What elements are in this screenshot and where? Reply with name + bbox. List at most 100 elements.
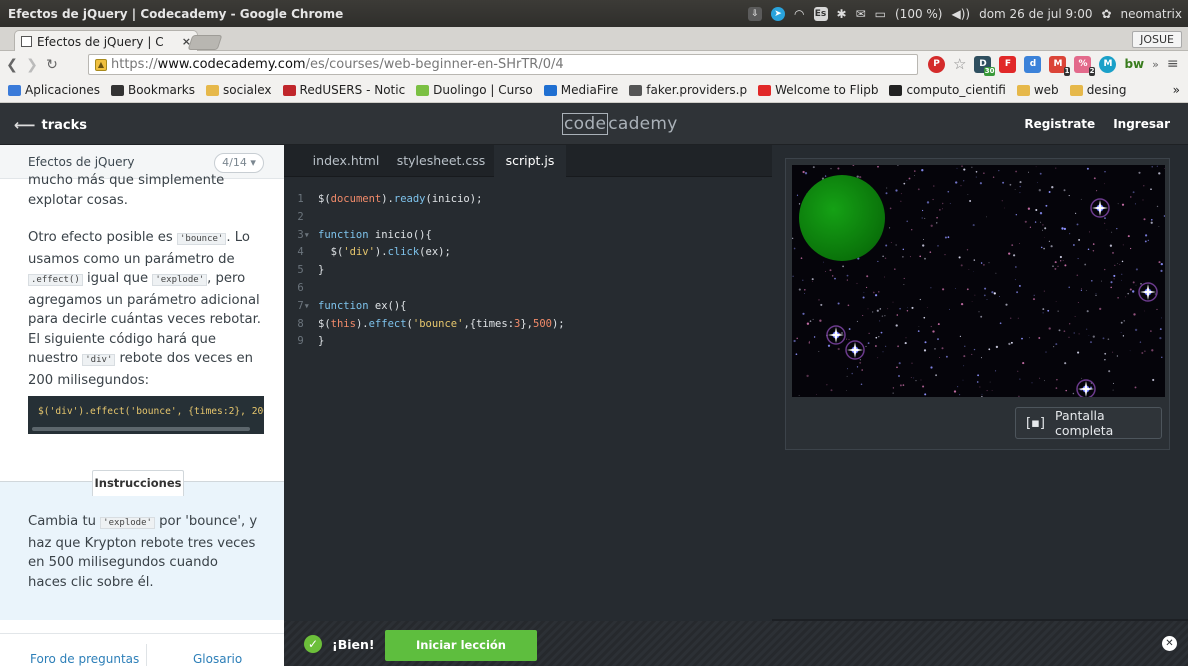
star	[960, 264, 963, 267]
star	[1160, 262, 1163, 266]
star	[1053, 346, 1055, 348]
bookmark-item[interactable]: socialex	[206, 83, 272, 97]
star	[899, 307, 901, 310]
tab-index-html[interactable]: index.html	[302, 145, 390, 177]
star	[907, 307, 908, 309]
github-icon	[889, 84, 903, 96]
star	[1024, 220, 1027, 223]
star	[1081, 288, 1082, 290]
code-area[interactable]: 1 $(document).ready(inicio); 2 3▾ function…	[284, 191, 564, 351]
star	[898, 362, 901, 365]
star	[939, 209, 941, 211]
datetime[interactable]: dom 26 de jul 9:00	[979, 7, 1092, 21]
battery-icon[interactable]: ▭	[875, 7, 886, 21]
star	[1104, 268, 1106, 271]
star	[930, 287, 932, 289]
username[interactable]: neomatrix	[1121, 7, 1182, 21]
reload-icon[interactable]: ↻	[42, 57, 62, 73]
new-tab-button[interactable]	[187, 35, 223, 50]
extensions-overflow-icon[interactable]: »	[1152, 58, 1159, 71]
tab-script-js[interactable]: script.js	[494, 145, 566, 177]
star	[963, 355, 966, 358]
mediafire-icon	[543, 84, 557, 96]
bookmark-item[interactable]: Aplicaciones	[8, 83, 100, 97]
code-example-scrollbar[interactable]	[32, 427, 250, 431]
volume-icon[interactable]: ◀))	[951, 7, 970, 21]
star	[926, 307, 928, 308]
star	[959, 394, 961, 396]
star	[964, 345, 966, 347]
lesson-paragraph-0: mucho más que simplemente explotar cosas…	[28, 173, 225, 208]
mail-icon[interactable]: ✉	[856, 7, 866, 21]
bookmarks-overflow-icon[interactable]: »	[1173, 83, 1188, 97]
back-arrow-icon[interactable]: ❮	[2, 57, 22, 73]
inline-code: 'explode'	[100, 517, 155, 529]
star	[1048, 327, 1051, 330]
language-indicator[interactable]: Es	[813, 6, 828, 21]
forward-arrow-icon[interactable]: ❯	[22, 57, 42, 73]
register-link[interactable]: Registrate	[1024, 117, 1095, 131]
keyboard-indicator-icon[interactable]: ⇩	[748, 6, 763, 21]
star	[1121, 273, 1123, 275]
star	[942, 208, 943, 210]
login-link[interactable]: Ingresar	[1113, 117, 1170, 131]
bookmark-item[interactable]: faker.providers.p	[629, 83, 747, 97]
star	[908, 177, 911, 180]
telegram-icon[interactable]: ➤	[771, 6, 786, 21]
bw-extension-icon[interactable]: bw	[1124, 57, 1144, 71]
bookmark-star-icon[interactable]: ☆	[953, 55, 966, 73]
gmail-extension-icon[interactable]: M1	[1049, 55, 1071, 76]
docs-extension-icon[interactable]: d	[1024, 55, 1042, 73]
next-lesson-button[interactable]: Iniciar lección siguiente	[385, 630, 537, 661]
tab-stylesheet-css[interactable]: stylesheet.css	[390, 145, 492, 177]
codecademy-logo[interactable]: code cademy	[562, 113, 678, 135]
star	[1160, 269, 1163, 272]
bookmark-item[interactable]: web	[1016, 83, 1059, 97]
star	[1122, 244, 1124, 246]
star	[961, 165, 963, 167]
menu-hamburger-icon[interactable]: ≡	[1167, 56, 1179, 72]
star	[981, 357, 982, 359]
bookmark-item[interactable]: MediaFire	[543, 83, 618, 97]
star	[932, 330, 935, 333]
settings-gear-icon[interactable]: ✿	[1101, 7, 1111, 21]
tracks-link[interactable]: ⟵ tracks	[14, 116, 87, 134]
pocket-extension-icon[interactable]: D 30	[974, 55, 996, 76]
glossary-link[interactable]: Glosario	[193, 652, 242, 666]
star	[1087, 248, 1090, 250]
krypton-planet[interactable]	[799, 175, 885, 261]
bookmark-item[interactable]: Bookmarks	[110, 83, 195, 97]
star	[989, 381, 991, 383]
bookmark-item[interactable]: Duolingo | Curso	[416, 83, 533, 97]
bookmark-item[interactable]: desing	[1069, 83, 1127, 97]
star	[856, 320, 858, 322]
lesson-progress-dropdown[interactable]: 4/14 ▾	[214, 153, 264, 173]
star	[906, 310, 909, 312]
bookmark-item[interactable]: computo_cientifi	[889, 83, 1006, 97]
browser-tab[interactable]: Efectos de jQuery | C ×	[14, 30, 198, 52]
star	[941, 347, 944, 350]
close-icon[interactable]: ✕	[1162, 636, 1177, 651]
star	[1138, 171, 1141, 174]
m-extension-icon[interactable]: M	[1099, 55, 1117, 73]
star	[826, 384, 828, 386]
star	[1084, 263, 1087, 266]
wifi-icon[interactable]: ◠	[794, 7, 804, 21]
forum-link[interactable]: Foro de preguntas	[30, 652, 139, 666]
star	[911, 362, 913, 364]
bookmark-item[interactable]: Welcome to Flipb	[758, 83, 878, 97]
pro-extension-icon[interactable]: P	[928, 55, 945, 73]
flipboard-extension-icon[interactable]: F	[999, 55, 1017, 73]
star	[914, 170, 916, 172]
star	[1122, 335, 1125, 337]
star	[884, 315, 886, 317]
hangouts-extension-icon[interactable]: % 2	[1074, 55, 1096, 76]
profile-button[interactable]: JOSUE	[1132, 31, 1182, 48]
preview-stage[interactable]	[792, 165, 1165, 397]
star	[1143, 218, 1146, 221]
star	[999, 296, 1000, 298]
fullscreen-button[interactable]: [▪] Pantalla completa	[1015, 407, 1162, 439]
bookmark-item[interactable]: RedUSERS - Notic	[282, 83, 405, 97]
bluetooth-icon[interactable]: ✱	[837, 7, 847, 21]
url-bar[interactable]: ▲ https://www.codecademy.com/es/courses/…	[88, 54, 918, 75]
